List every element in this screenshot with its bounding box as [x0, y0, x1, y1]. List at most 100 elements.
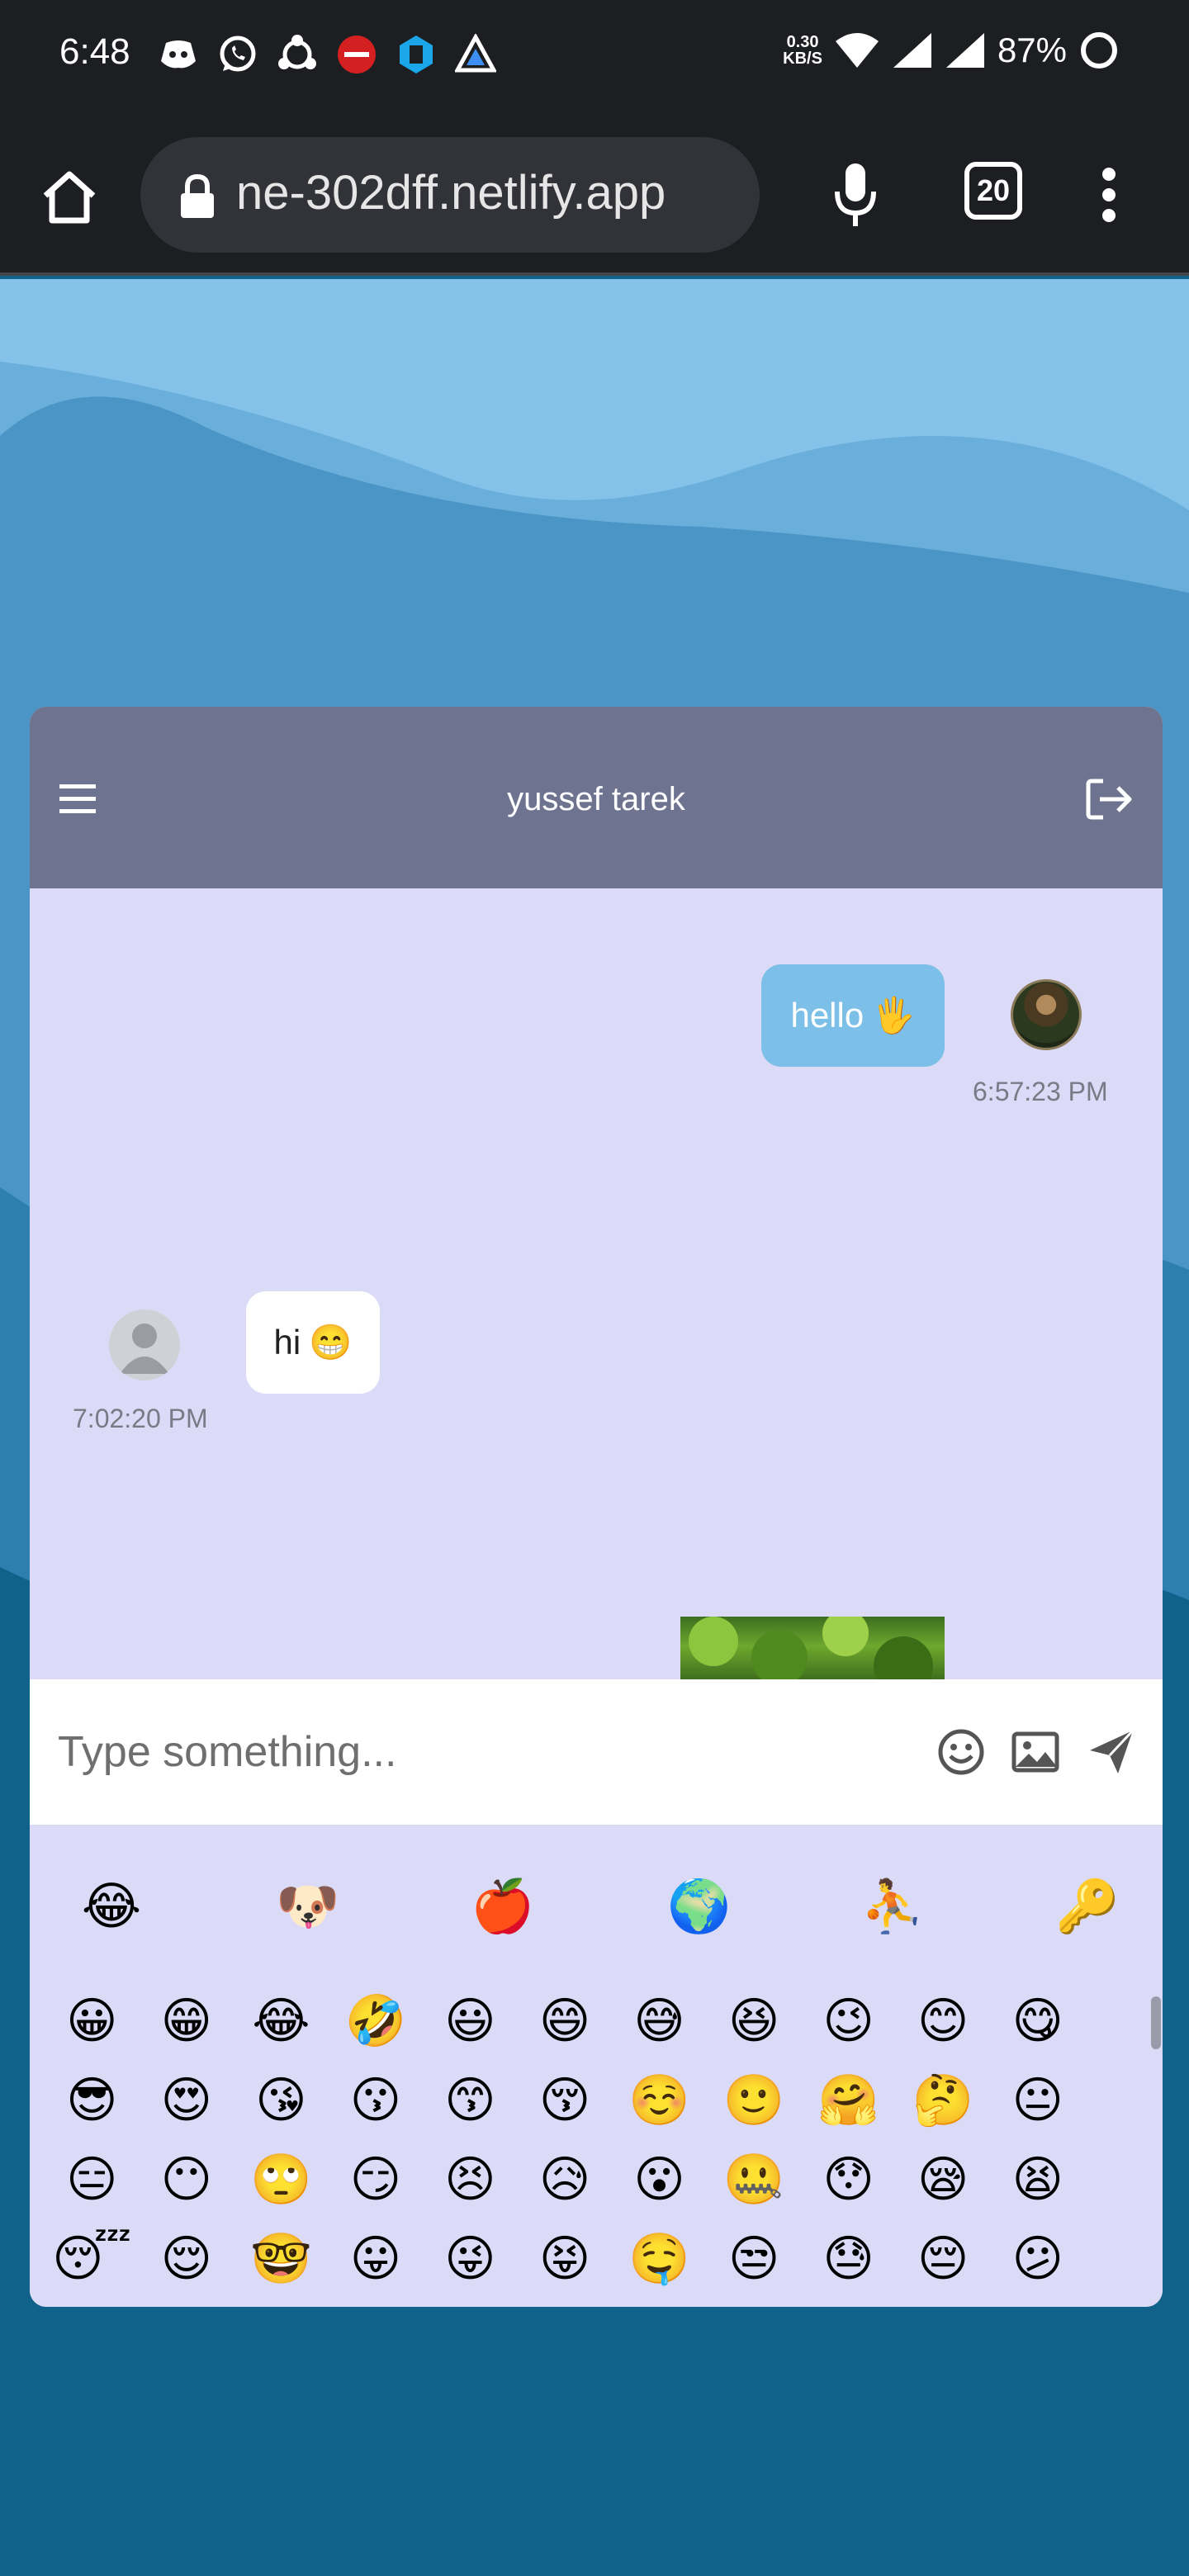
clock: 6:48 — [59, 31, 130, 72]
discord-icon — [157, 33, 200, 76]
emoji-button[interactable]: 😎 — [45, 2061, 140, 2140]
red-badge-icon — [335, 33, 378, 76]
chat-title: yussef tarek — [507, 781, 685, 817]
home-icon — [43, 171, 96, 224]
emoji-button[interactable]: 😘 — [234, 2061, 329, 2140]
emoji-button[interactable]: 😝 — [518, 2219, 613, 2299]
chat-window: yussef tarek hello 🖐️ 6:57:23 PM hi 😁 7:… — [30, 707, 1163, 2307]
emoji-button[interactable]: 🤗 — [801, 2061, 896, 2140]
blue-settings-icon — [395, 33, 438, 76]
status-right: 0.30 KB/S 87% — [783, 30, 1120, 71]
emoji-button[interactable]: 🙂 — [707, 2061, 802, 2140]
tab-food[interactable]: 🍎 — [466, 1869, 540, 1944]
url-text[interactable]: ne-302dff.netlify.app — [236, 165, 740, 220]
message-composer — [30, 1679, 1163, 1825]
waving-hand-emoji: 🖐️ — [872, 995, 916, 1035]
emoji-button[interactable]: 🙄 — [234, 2140, 329, 2219]
microphone-icon — [835, 163, 876, 226]
emoji-button[interactable]: 😜 — [423, 2219, 518, 2299]
tab-smileys[interactable]: 😂 — [74, 1869, 149, 1944]
emoji-button[interactable]: 😫 — [990, 2140, 1085, 2219]
emoji-button[interactable]: 😥 — [518, 2140, 613, 2219]
emoji-icon[interactable] — [936, 1727, 986, 1777]
emoji-picker: 😂 🐶 🍎 🌍 ⛹️ 🔑 😀 😁 😂 🤣 😃 😄 😅 😆 😉 😊 😋 😎 😍 😘 😗 😙 😚 ☺️ 🙂 🤗 🤔 😐 😑 😶 🙄 😏… — [30, 1825, 1163, 2307]
logout-icon[interactable] — [1085, 778, 1135, 821]
avatar — [1011, 979, 1082, 1050]
emoji-button[interactable]: 😑 — [45, 2140, 140, 2219]
received-message-bubble: hi 😁 — [246, 1291, 380, 1394]
emoji-row: 😑 😶 🙄 😏 😣 😥 😮 🤐 😯 😪 😫 — [45, 2140, 1085, 2219]
emoji-button[interactable]: 😆 — [707, 1982, 802, 2061]
triangle-app-icon — [454, 33, 497, 76]
tab-switcher-button[interactable]: 20 — [964, 162, 1022, 220]
emoji-button[interactable]: 😗 — [329, 2061, 424, 2140]
emoji-button[interactable]: 😋 — [990, 1982, 1085, 2061]
emoji-button[interactable]: 😐 — [990, 2061, 1085, 2140]
emoji-button[interactable]: 😕 — [990, 2219, 1085, 2299]
voice-search-button[interactable] — [822, 160, 888, 230]
message-input[interactable] — [58, 1717, 917, 1787]
battery-ring-icon — [1081, 32, 1117, 69]
address-bar[interactable]: ne-302dff.netlify.app — [140, 137, 760, 253]
emoji-button[interactable]: 😪 — [896, 2140, 991, 2219]
emoji-button[interactable]: 😅 — [612, 1982, 707, 2061]
tab-objects[interactable]: 🔑 — [1050, 1869, 1125, 1944]
emoji-button[interactable]: 😍 — [140, 2061, 234, 2140]
grin-emoji: 😁 — [309, 1322, 353, 1361]
notification-icons — [157, 33, 497, 76]
signal-icon — [893, 33, 931, 68]
emoji-button[interactable]: 😙 — [423, 2061, 518, 2140]
emoji-button[interactable]: 😛 — [329, 2219, 424, 2299]
emoji-row: 😀 😁 😂 🤣 😃 😄 😅 😆 😉 😊 😋 — [45, 1982, 1085, 2061]
tab-travel[interactable]: 🌍 — [662, 1869, 737, 1944]
battery-percent: 87% — [997, 31, 1067, 69]
emoji-button[interactable]: 🤓 — [234, 2219, 329, 2299]
emoji-button[interactable]: 😉 — [801, 1982, 896, 2061]
share-hub-icon — [276, 33, 319, 76]
emoji-button[interactable]: 😌 — [140, 2219, 234, 2299]
status-bar: 6:48 0.30 KB/S 87% — [0, 0, 1189, 111]
emoji-grid: 😀 😁 😂 🤣 😃 😄 😅 😆 😉 😊 😋 😎 😍 😘 😗 😙 😚 ☺️ 🙂 🤗 🤔 😐 😑 😶 🙄 😏 😣 😥 😮 🤐 😯 😪 😫 😴 😌 🤓 😛 😜 😝… — [45, 1982, 1085, 2299]
emoji-scrollbar[interactable] — [1151, 1996, 1161, 2049]
chat-header: yussef tarek — [30, 707, 1163, 888]
emoji-category-tabs: 😂 🐶 🍎 🌍 ⛹️ 🔑 — [30, 1869, 1163, 1944]
emoji-button[interactable]: 😓 — [801, 2219, 896, 2299]
emoji-button[interactable]: 😴 — [45, 2219, 140, 2299]
emoji-button[interactable]: 🤐 — [707, 2140, 802, 2219]
message-timestamp: 7:02:20 PM — [73, 1404, 208, 1433]
overflow-menu-button[interactable] — [1088, 160, 1130, 230]
emoji-button[interactable]: 😔 — [896, 2219, 991, 2299]
emoji-button[interactable]: 😚 — [518, 2061, 613, 2140]
whatsapp-icon — [216, 33, 259, 76]
home-button[interactable] — [36, 163, 102, 230]
tab-activities[interactable]: ⛹️ — [855, 1869, 930, 1944]
emoji-button[interactable]: 😒 — [707, 2219, 802, 2299]
emoji-button[interactable]: 😏 — [329, 2140, 424, 2219]
more-vert-icon — [1102, 168, 1116, 222]
emoji-button[interactable]: 🤤 — [612, 2219, 707, 2299]
message-timestamp: 6:57:23 PM — [973, 1077, 1108, 1106]
emoji-row: 😎 😍 😘 😗 😙 😚 ☺️ 🙂 🤗 🤔 😐 — [45, 2061, 1085, 2140]
emoji-button[interactable]: 😄 — [518, 1982, 613, 2061]
emoji-button[interactable]: 🤔 — [896, 2061, 991, 2140]
emoji-button[interactable]: 😶 — [140, 2140, 234, 2219]
signal-2-icon — [945, 33, 984, 68]
emoji-button[interactable]: 😁 — [140, 1982, 234, 2061]
emoji-button[interactable]: 😊 — [896, 1982, 991, 2061]
tab-animals[interactable]: 🐶 — [271, 1869, 345, 1944]
emoji-button[interactable]: 😣 — [423, 2140, 518, 2219]
lock-icon — [181, 173, 214, 218]
emoji-button[interactable]: 😯 — [801, 2140, 896, 2219]
emoji-button[interactable]: 😂 — [234, 1982, 329, 2061]
network-speed: 0.30 KB/S — [783, 33, 822, 68]
default-avatar-icon — [109, 1309, 180, 1380]
browser-toolbar: ne-302dff.netlify.app 20 — [0, 111, 1189, 276]
wifi-icon — [835, 33, 879, 68]
emoji-button[interactable]: 🤣 — [329, 1982, 424, 2061]
emoji-button[interactable]: ☺️ — [612, 2061, 707, 2140]
emoji-button[interactable]: 😀 — [45, 1982, 140, 2061]
emoji-button[interactable]: 😮 — [612, 2140, 707, 2219]
image-upload-icon[interactable] — [1011, 1727, 1060, 1777]
emoji-button[interactable]: 😃 — [423, 1982, 518, 2061]
send-icon[interactable] — [1087, 1727, 1136, 1777]
